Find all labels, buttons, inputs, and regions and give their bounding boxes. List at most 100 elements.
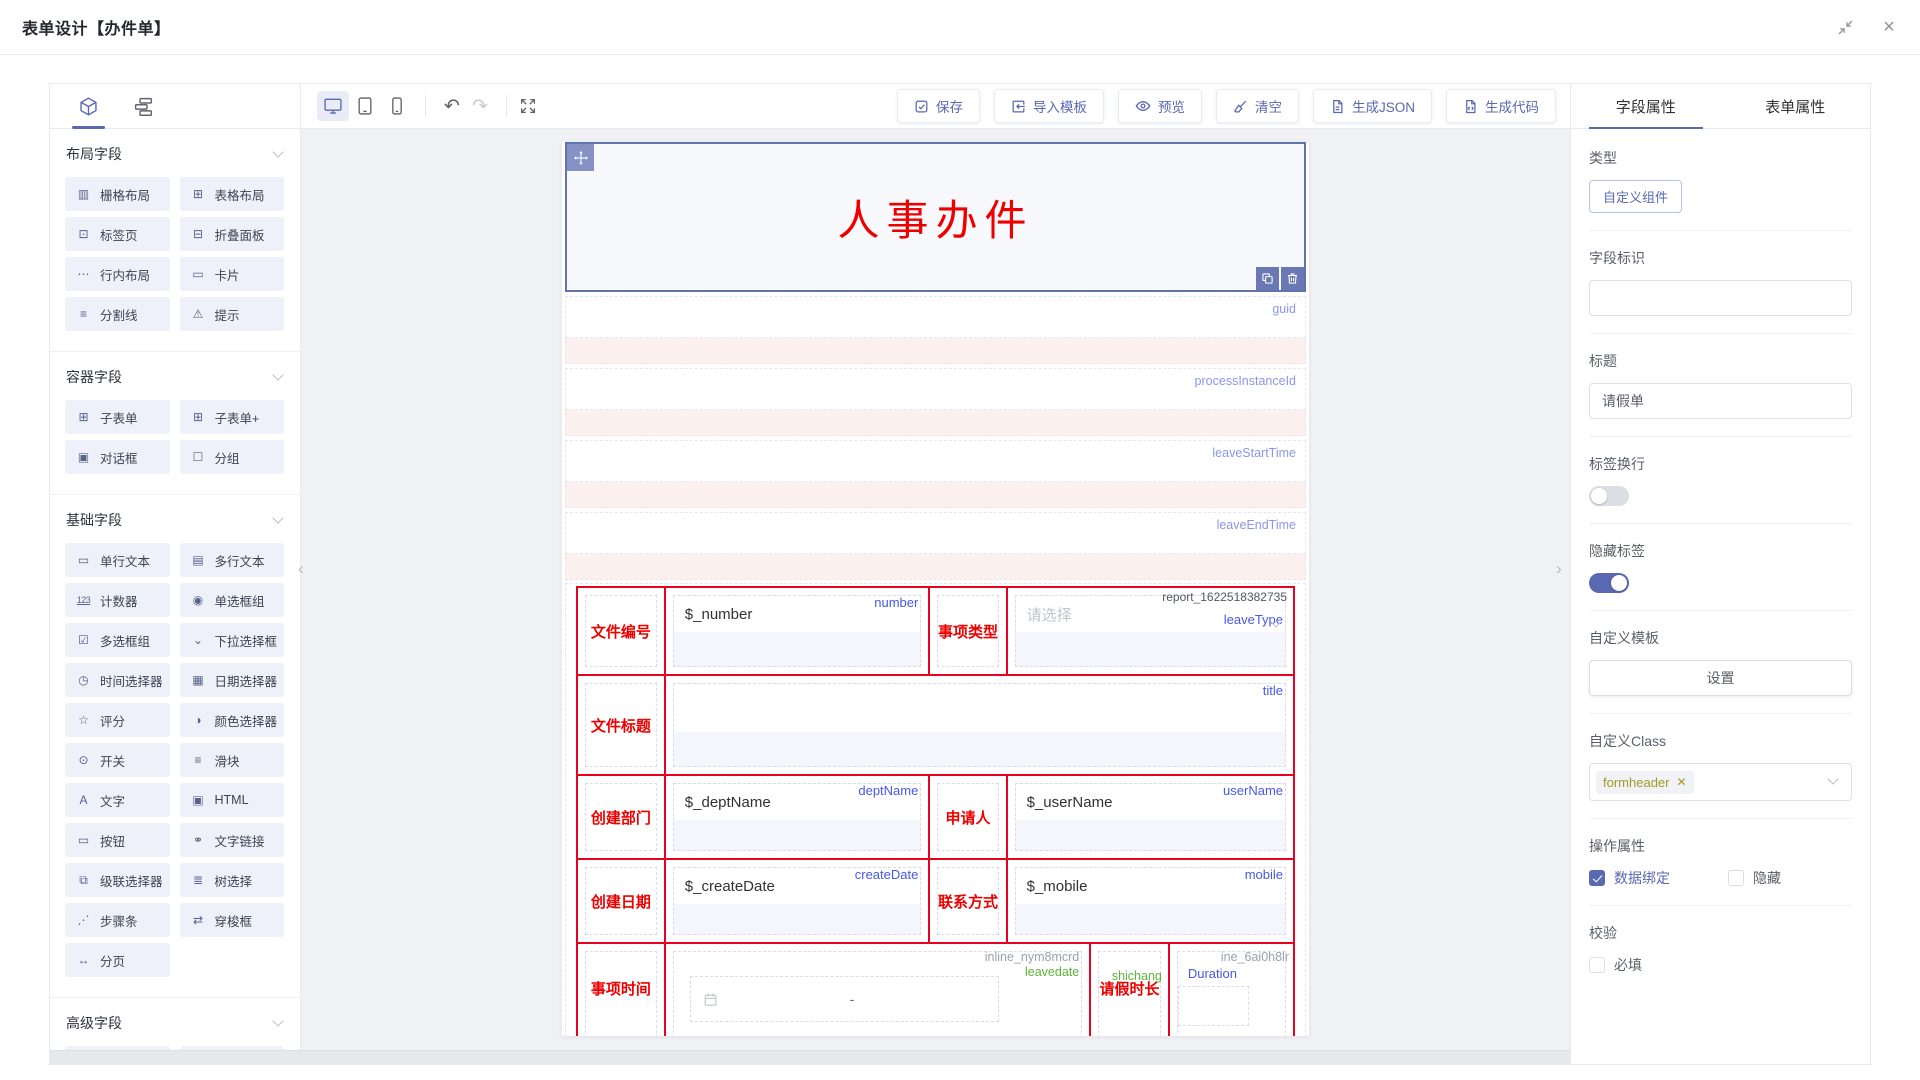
spacer-row[interactable] xyxy=(565,482,1306,508)
cell-label[interactable]: 事项类型 xyxy=(928,588,1005,674)
hidden-field-row[interactable]: leaveEndTime xyxy=(565,512,1306,554)
palette-item-dialog[interactable]: ▣对话框 xyxy=(65,440,170,474)
palette-item-time-picker[interactable]: ◷时间选择器 xyxy=(65,663,170,697)
tab-components[interactable] xyxy=(78,84,99,129)
fullscreen-icon[interactable] xyxy=(519,97,547,115)
required-checkbox[interactable]: 必填 xyxy=(1589,955,1642,975)
palette-item-counter[interactable]: 123计数器 xyxy=(65,583,170,617)
label-wrap-toggle[interactable] xyxy=(1589,486,1629,506)
palette-item-select[interactable]: ⌄下拉选择框 xyxy=(180,623,285,657)
collapse-left-panel-handle[interactable]: ‹ xyxy=(294,552,308,586)
form-header-block[interactable]: 人事办件 xyxy=(565,142,1306,292)
palette-item-slider[interactable]: ≡滑块 xyxy=(180,743,285,777)
import-template-button[interactable]: 导入模板 xyxy=(994,89,1104,123)
custom-class-select[interactable]: formheader ✕ xyxy=(1589,763,1852,801)
palette-item-collapse-panel[interactable]: ⊟折叠面板 xyxy=(180,217,285,251)
design-canvas[interactable]: 人事办件 guid processInstanceI xyxy=(301,129,1570,1064)
trash-icon[interactable] xyxy=(1281,267,1304,290)
collapse-right-panel-handle[interactable]: › xyxy=(1552,552,1566,586)
exit-fullscreen-icon[interactable] xyxy=(1836,18,1854,36)
horizontal-scrollbar[interactable] xyxy=(50,1050,1570,1064)
cell-label[interactable]: 文件编号 xyxy=(578,588,664,674)
tab-form-properties[interactable]: 表单属性 xyxy=(1721,84,1871,128)
palette-item-html[interactable]: ▣HTML xyxy=(180,783,285,817)
palette-item-multiline-text[interactable]: ▤多行文本 xyxy=(180,543,285,577)
palette-item-rate[interactable]: ☆评分 xyxy=(65,703,170,737)
palette-item-steps[interactable]: ⋰步骤条 xyxy=(65,903,170,937)
redo-icon[interactable]: ↷ xyxy=(466,95,494,118)
cell-field-mobile[interactable]: $_mobile mobile xyxy=(1006,860,1293,942)
cell-field-create-date[interactable]: $_createDate createDate xyxy=(664,860,929,942)
palette-item-table-layout[interactable]: ⊞表格布局 xyxy=(180,177,285,211)
undo-icon[interactable]: ↶ xyxy=(438,95,466,118)
field-key-input[interactable] xyxy=(1589,280,1852,316)
hidden-checkbox[interactable]: 隐藏 xyxy=(1728,868,1781,888)
remove-tag-icon[interactable]: ✕ xyxy=(1676,775,1686,789)
cell-field-dept-name[interactable]: $_deptName deptName xyxy=(664,776,929,858)
palette-item-tabs[interactable]: ⊡标签页 xyxy=(65,217,170,251)
cell-field-number[interactable]: $_number number xyxy=(664,588,929,674)
palette-item-subform[interactable]: ⊞子表单 xyxy=(65,400,170,434)
title-input[interactable] xyxy=(1589,383,1852,419)
copy-icon[interactable] xyxy=(1256,267,1279,290)
preview-button[interactable]: 预览 xyxy=(1118,89,1202,123)
palette-item-date-picker[interactable]: ▦日期选择器 xyxy=(180,663,285,697)
move-handle-icon[interactable] xyxy=(567,144,594,171)
palette-item-radio-group[interactable]: ◉单选框组 xyxy=(180,583,285,617)
cell-label-duration[interactable]: shichang 请假时长 xyxy=(1089,944,1168,1036)
palette-item-text[interactable]: A文字 xyxy=(65,783,170,817)
palette-item-inline-layout[interactable]: ⋯行内布局 xyxy=(65,257,170,291)
palette-item-pagination[interactable]: ↔分页 xyxy=(65,943,170,977)
palette-item-transfer[interactable]: ⇄穿梭框 xyxy=(180,903,285,937)
tab-outline[interactable] xyxy=(133,84,154,129)
palette-item-switch[interactable]: ⊙开关 xyxy=(65,743,170,777)
generate-code-button[interactable]: 生成代码 xyxy=(1446,89,1556,123)
cell-field-date-range[interactable]: inline_nym8mcrd leavedate - xyxy=(664,944,1089,1036)
hide-label-toggle[interactable] xyxy=(1589,573,1629,593)
section-header[interactable]: 高级字段 xyxy=(50,998,300,1044)
device-desktop-button[interactable] xyxy=(317,91,349,121)
spacer-row[interactable] xyxy=(565,410,1306,436)
palette-item-text-link[interactable]: ⚭文字链接 xyxy=(180,823,285,857)
spacer-row[interactable] xyxy=(565,338,1306,364)
device-mobile-button[interactable] xyxy=(381,91,413,121)
hidden-field-row[interactable]: processInstanceId xyxy=(565,368,1306,410)
section-header[interactable]: 基础字段 xyxy=(50,495,300,541)
cell-field-title[interactable]: title xyxy=(664,676,1293,774)
hidden-field-row[interactable]: leaveStartTime xyxy=(565,440,1306,482)
palette-item-grid-layout[interactable]: ▥栅格布局 xyxy=(65,177,170,211)
device-tablet-button[interactable] xyxy=(349,91,381,121)
hidden-field-row[interactable]: guid xyxy=(565,296,1306,338)
spacer-row[interactable] xyxy=(565,554,1306,580)
palette-item-tree-select[interactable]: ≣树选择 xyxy=(180,863,285,897)
palette-item-button[interactable]: ▭按钮 xyxy=(65,823,170,857)
palette-item-single-line-text[interactable]: ▭单行文本 xyxy=(65,543,170,577)
cell-field-duration[interactable]: ine_6ai0h8lr Duration xyxy=(1168,944,1293,1036)
cell-label[interactable]: 申请人 xyxy=(928,776,1005,858)
palette-item-checkbox-group[interactable]: ☑多选框组 xyxy=(65,623,170,657)
tab-field-properties[interactable]: 字段属性 xyxy=(1571,84,1721,128)
generate-json-button[interactable]: 生成JSON xyxy=(1313,89,1432,123)
palette-item-card[interactable]: ▭卡片 xyxy=(180,257,285,291)
table-component-wrapper[interactable]: report_1622518382735 文件编号 $_number numbe… xyxy=(565,583,1306,1036)
cell-label[interactable]: 联系方式 xyxy=(928,860,1005,942)
save-button[interactable]: 保存 xyxy=(897,89,980,123)
clear-button[interactable]: 清空 xyxy=(1216,89,1299,123)
palette-item-divider[interactable]: ≡分割线 xyxy=(65,297,170,331)
date-range-input[interactable]: - xyxy=(690,976,999,1022)
cell-label[interactable]: 创建部门 xyxy=(578,776,664,858)
palette-item-color-picker[interactable]: ◑颜色选择器 xyxy=(180,703,285,737)
cell-label[interactable]: 文件标题 xyxy=(578,676,664,774)
cell-label[interactable]: 事项时间 xyxy=(578,944,664,1036)
palette-item-group[interactable]: ☐分组 xyxy=(180,440,285,474)
section-header[interactable]: 布局字段 xyxy=(50,129,300,175)
palette-item-alert[interactable]: ⚠提示 xyxy=(180,297,285,331)
template-settings-button[interactable]: 设置 xyxy=(1589,660,1852,696)
section-header[interactable]: 容器字段 xyxy=(50,352,300,398)
data-binding-checkbox[interactable]: 数据绑定 xyxy=(1589,868,1670,888)
cell-field-user-name[interactable]: $_userName userName xyxy=(1006,776,1293,858)
cell-label[interactable]: 创建日期 xyxy=(578,860,664,942)
close-icon[interactable]: × xyxy=(1880,18,1898,36)
palette-item-subform-plus[interactable]: ⊞子表单+ xyxy=(180,400,285,434)
duration-input[interactable] xyxy=(1178,986,1249,1026)
